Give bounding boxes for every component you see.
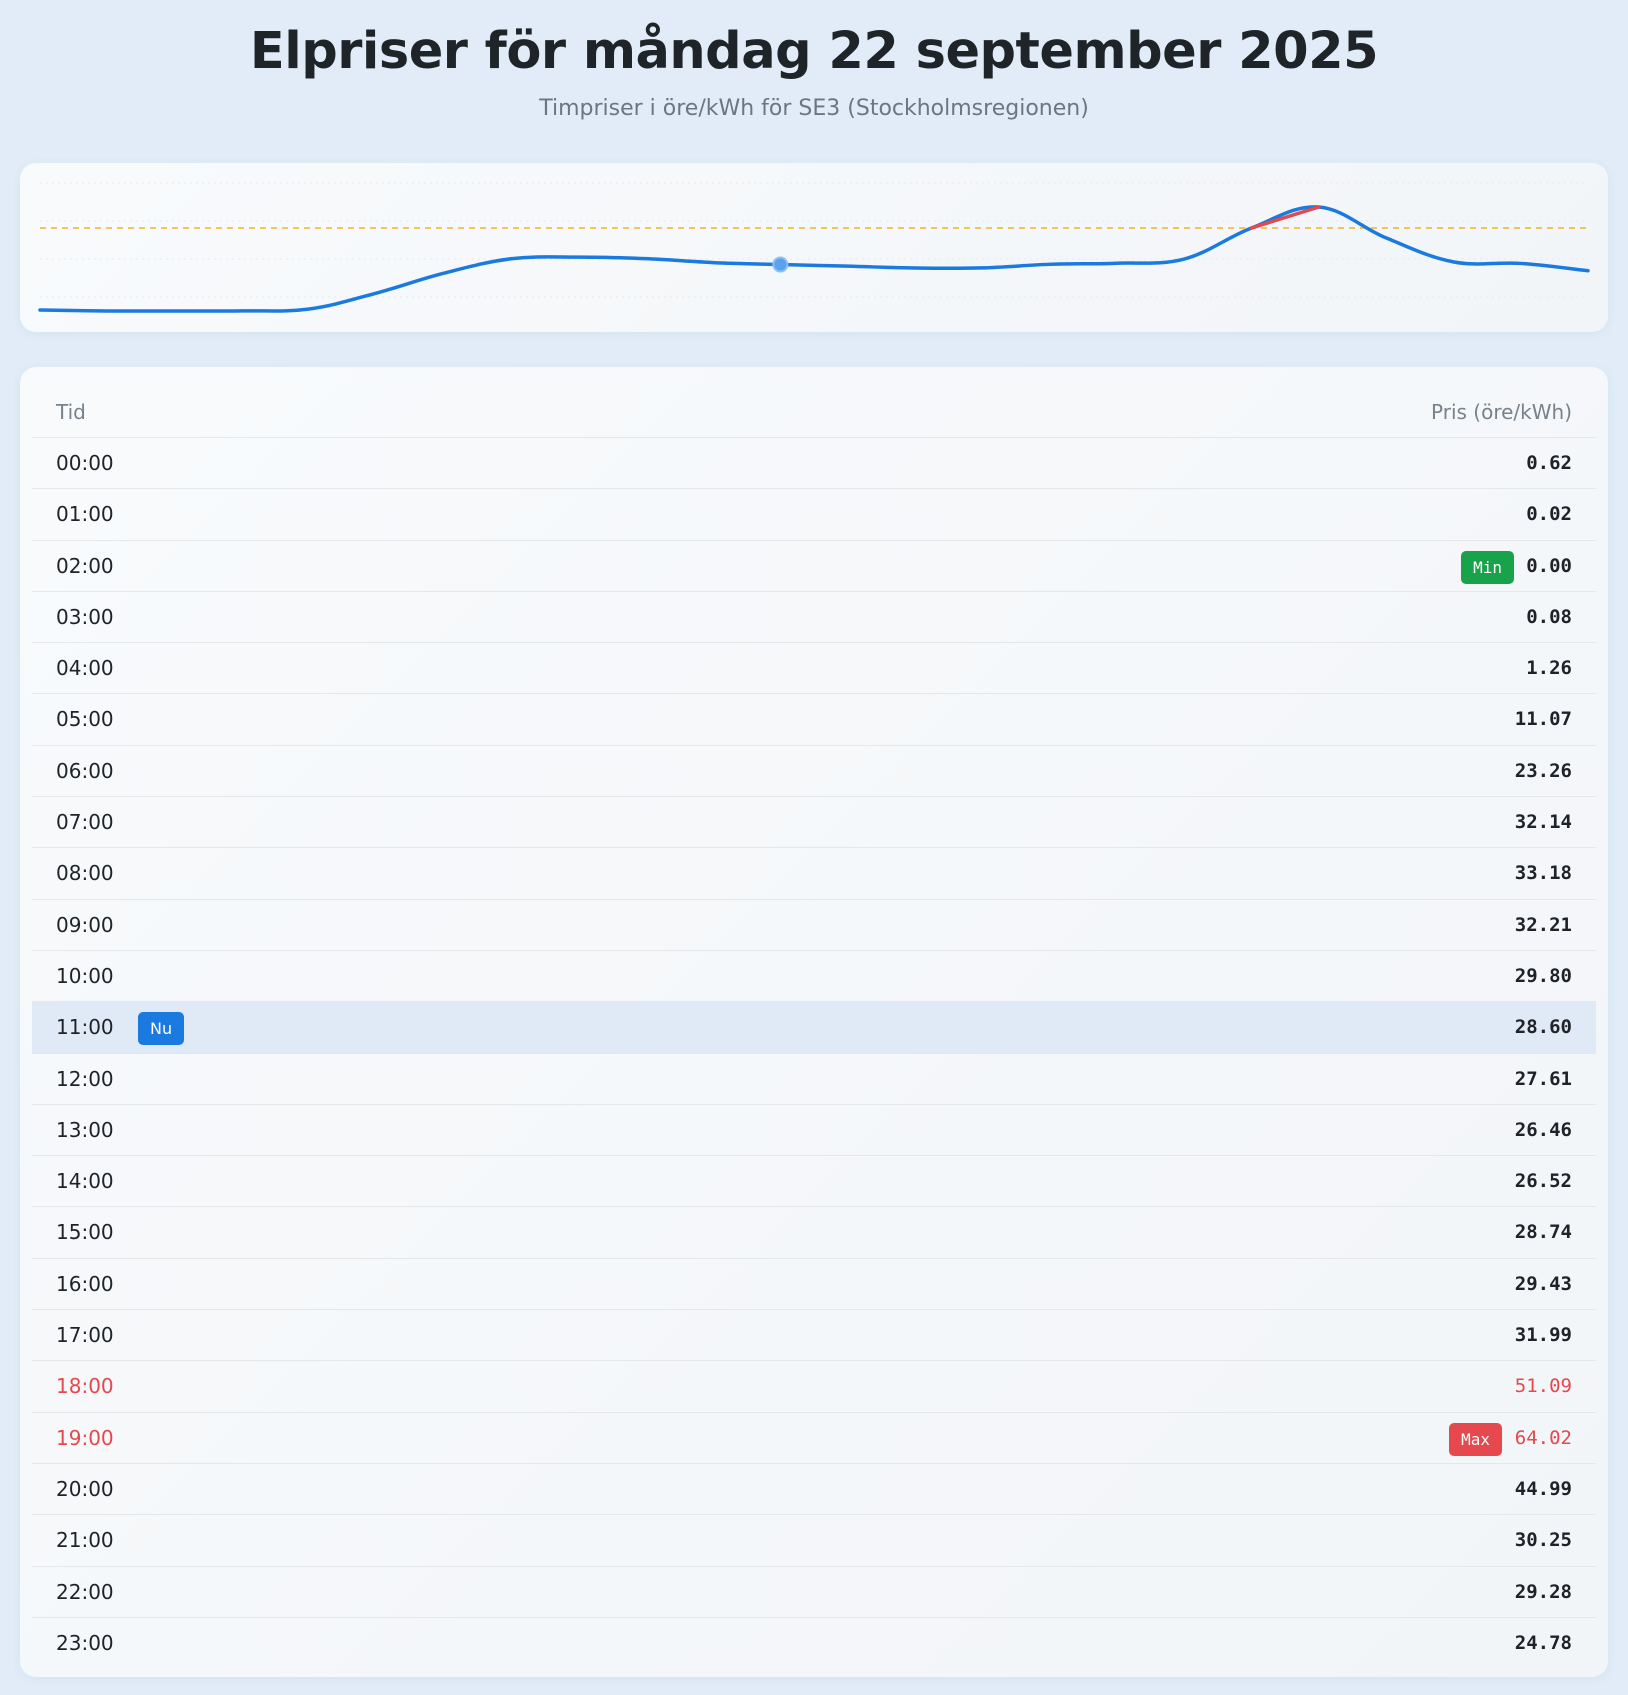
min-badge: Min bbox=[1461, 550, 1514, 584]
row-time: 22:00 bbox=[56, 1579, 114, 1604]
table-row: 03:00 0.08 bbox=[32, 592, 1596, 644]
table-row: 20:00 44.99 bbox=[32, 1464, 1596, 1516]
row-time: 04:00 bbox=[56, 656, 114, 681]
row-time: 07:00 bbox=[56, 810, 114, 835]
table-row: 21:00 30.25 bbox=[32, 1515, 1596, 1567]
row-time: 17:00 bbox=[56, 1323, 114, 1348]
row-price: 64.02 bbox=[1514, 1426, 1572, 1449]
table-row: 17:00 31.99 bbox=[32, 1310, 1596, 1362]
row-price: 28.74 bbox=[1514, 1221, 1572, 1244]
row-price: 11.07 bbox=[1514, 708, 1572, 731]
table-row: 05:00 11.07 bbox=[32, 694, 1596, 746]
table-row: 23:00 24.78 bbox=[32, 1618, 1596, 1669]
current-hour-marker bbox=[772, 256, 789, 273]
row-time: 11:00 bbox=[56, 1015, 114, 1040]
row-price: 0.08 bbox=[1526, 605, 1572, 628]
high-price-segment bbox=[1249, 205, 1321, 230]
table-header: Tid Pris (öre/kWh) bbox=[32, 387, 1596, 438]
price-chart bbox=[38, 182, 1590, 313]
page-subtitle: Timpriser i öre/kWh för SE3 (Stockholmsr… bbox=[539, 96, 1089, 121]
row-price: 29.28 bbox=[1514, 1580, 1572, 1603]
row-time: 08:00 bbox=[56, 861, 114, 886]
row-price: 32.14 bbox=[1514, 811, 1572, 834]
row-time: 20:00 bbox=[56, 1476, 114, 1501]
max-badge: Max bbox=[1449, 1422, 1502, 1456]
row-time: 09:00 bbox=[56, 912, 114, 937]
table-row: 02:00 Min 0.00 bbox=[32, 541, 1596, 592]
page-title: Elpriser för måndag 22 september 2025 bbox=[249, 22, 1379, 81]
row-price: 32.21 bbox=[1514, 913, 1572, 936]
row-price: 29.80 bbox=[1514, 964, 1572, 987]
now-badge: Nu bbox=[138, 1012, 185, 1046]
row-price: 44.99 bbox=[1514, 1477, 1572, 1500]
row-time: 14:00 bbox=[56, 1169, 114, 1194]
table-row: 09:00 32.21 bbox=[32, 900, 1596, 951]
row-time: 10:00 bbox=[56, 963, 114, 988]
row-time: 21:00 bbox=[56, 1528, 114, 1553]
row-time: 06:00 bbox=[56, 758, 114, 783]
row-price: 24.78 bbox=[1514, 1631, 1572, 1654]
table-row: 22:00 29.28 bbox=[32, 1567, 1596, 1618]
table-row: 10:00 29.80 bbox=[32, 951, 1596, 1003]
column-header-price: Pris (öre/kWh) bbox=[1431, 400, 1572, 424]
row-price: 26.52 bbox=[1514, 1170, 1572, 1193]
row-time: 03:00 bbox=[56, 604, 114, 629]
table-row: 00:00 0.62 bbox=[32, 438, 1596, 490]
table-row: 19:00 Max 64.02 bbox=[32, 1413, 1596, 1464]
row-price: 26.46 bbox=[1514, 1118, 1572, 1141]
table-row: 11:00 Nu 28.60 bbox=[32, 1002, 1596, 1054]
table-row: 14:00 26.52 bbox=[32, 1156, 1596, 1208]
row-price: 23.26 bbox=[1514, 759, 1572, 782]
row-price: 0.00 bbox=[1526, 554, 1572, 577]
table-row: 16:00 29.43 bbox=[32, 1259, 1596, 1311]
row-time: 02:00 bbox=[56, 553, 114, 578]
row-price: 31.99 bbox=[1514, 1324, 1572, 1347]
table-row: 08:00 33.18 bbox=[32, 848, 1596, 900]
row-time: 05:00 bbox=[56, 707, 114, 732]
page-header: Elpriser för måndag 22 september 2025 Ti… bbox=[0, 0, 1628, 140]
row-time: 18:00 bbox=[56, 1374, 114, 1399]
row-time: 16:00 bbox=[56, 1271, 114, 1296]
row-time: 00:00 bbox=[56, 451, 114, 475]
row-time: 15:00 bbox=[56, 1220, 114, 1245]
row-time: 01:00 bbox=[56, 502, 114, 527]
row-price: 30.25 bbox=[1514, 1529, 1572, 1552]
price-table-body: 00:00 0.62 01:00 0.02 02:00 Min 0.00 03:00 0.08 0… bbox=[32, 438, 1596, 1669]
table-row: 15:00 28.74 bbox=[32, 1207, 1596, 1259]
table-row: 07:00 32.14 bbox=[32, 797, 1596, 849]
column-header-time: Tid bbox=[56, 400, 86, 424]
row-price: 0.02 bbox=[1526, 503, 1572, 526]
price-chart-card bbox=[20, 163, 1608, 332]
table-row: 01:00 0.02 bbox=[32, 489, 1596, 541]
row-time: 19:00 bbox=[56, 1425, 114, 1450]
price-table-card: Tid Pris (öre/kWh) 00:00 0.62 01:00 0.02 02:… bbox=[20, 367, 1608, 1677]
row-price: 27.61 bbox=[1514, 1067, 1572, 1090]
row-price: 33.18 bbox=[1514, 862, 1572, 885]
row-time: 13:00 bbox=[56, 1117, 114, 1142]
row-time: 23:00 bbox=[56, 1630, 114, 1655]
row-time: 12:00 bbox=[56, 1066, 114, 1091]
row-price: 1.26 bbox=[1526, 657, 1572, 680]
table-row: 18:00 51.09 bbox=[32, 1361, 1596, 1413]
table-row: 04:00 1.26 bbox=[32, 643, 1596, 695]
table-row: 12:00 27.61 bbox=[32, 1054, 1596, 1105]
row-price: 0.62 bbox=[1526, 452, 1572, 474]
row-price: 51.09 bbox=[1514, 1375, 1572, 1398]
table-row: 06:00 23.26 bbox=[32, 746, 1596, 798]
row-price: 28.60 bbox=[1514, 1016, 1572, 1039]
row-price: 29.43 bbox=[1514, 1272, 1572, 1295]
table-row: 13:00 26.46 bbox=[32, 1105, 1596, 1157]
